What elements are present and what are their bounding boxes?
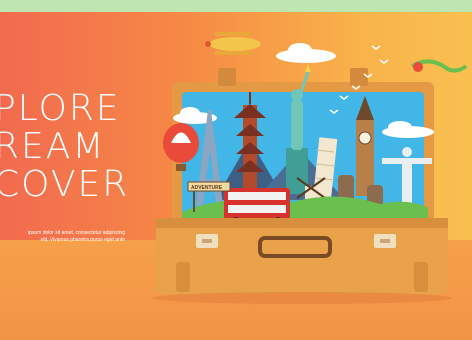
- base-strap-right: [414, 262, 428, 292]
- adventure-sign-label: ADVENTURE: [191, 185, 223, 191]
- lid-strap-left: [218, 68, 236, 86]
- dragon-kite-icon: [411, 59, 468, 73]
- base-strap-left: [176, 262, 190, 292]
- lid-strap-right: [350, 68, 368, 86]
- airplane-icon: [205, 32, 261, 55]
- travel-banner: PLORE REAM COVER ipsum dolor sit amet, c…: [0, 0, 472, 340]
- suitcase-rim: [156, 218, 448, 228]
- suitcase-shadow: [152, 292, 452, 304]
- suitcase-illustration: ADVENTURE: [152, 32, 468, 304]
